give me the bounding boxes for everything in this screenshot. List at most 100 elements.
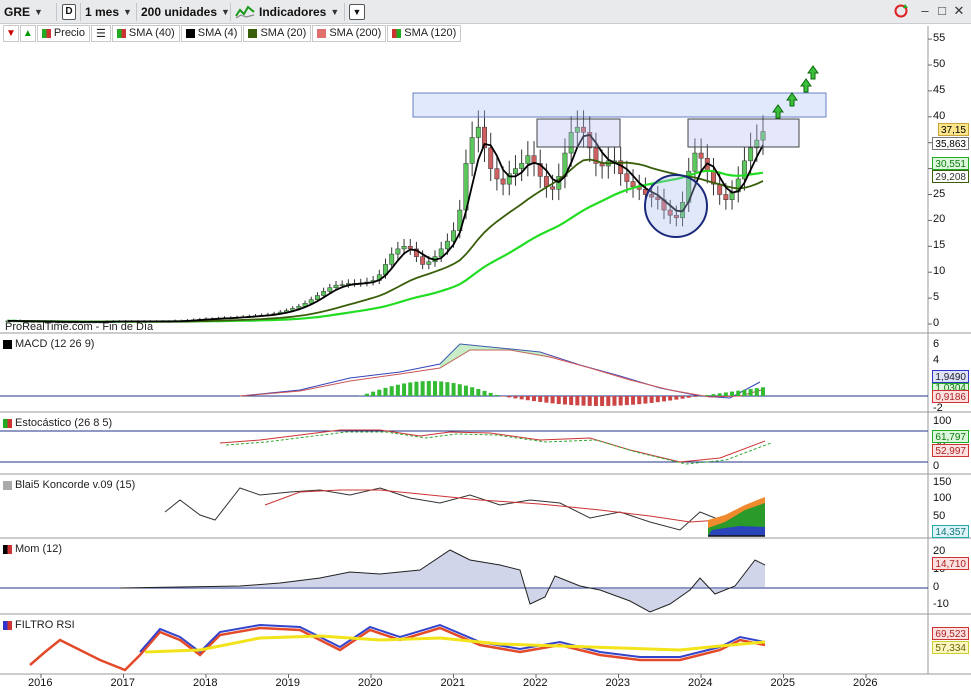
macd-histogram-bar [377,389,382,396]
candle [624,173,630,182]
candle [327,287,333,292]
macd-histogram-bar [364,393,369,396]
macd-histogram-bar [761,387,765,396]
macd-histogram-bar [562,396,567,405]
macd-histogram-bar [451,383,456,396]
macd-histogram-bar [519,396,524,400]
mom-panel-label[interactable]: Mom (12) [3,542,66,556]
rsi-panel-label[interactable]: FILTRO RSI [3,618,78,632]
macd-histogram-bar [488,392,493,396]
macd-histogram-bar [482,390,487,396]
macd-histogram-bar [612,396,617,406]
koncorde-tick: 100 [933,492,952,504]
candle [444,240,450,250]
macd-histogram-bar [494,394,499,396]
macd-histogram-bar [525,396,530,401]
mom-tag: 14,710 [932,557,969,570]
candle [475,126,481,138]
rsi-yellow-line [144,634,766,654]
macd-label: MACD (12 26 9) [15,338,95,350]
candle [500,178,506,185]
panel-swatch-icon [3,544,12,554]
macd-histogram-bar [692,396,697,397]
stoch-label: Estocástico (26 8 5) [15,417,113,429]
chart-area[interactable] [0,0,971,691]
macd-histogram-bar [408,382,413,396]
consolidation-box [536,118,621,148]
time-tick: 2021 [440,677,465,689]
candle [494,168,500,180]
koncorde-line [164,487,766,531]
koncorde-tag: 14,357 [932,525,969,538]
candle [426,261,432,265]
time-tick: 2022 [523,677,548,689]
stoch-panel-label[interactable]: Estocástico (26 8 5) [3,416,116,430]
koncorde-signal-line [264,489,766,523]
price-tick: 45 [933,83,946,96]
panel-swatch-icon [3,620,12,630]
macd-histogram-bar [717,393,722,396]
time-tick: 2024 [688,677,713,689]
macd-histogram-bar [618,396,623,406]
macd-tick: 4 [933,354,940,366]
koncorde-label: Blai5 Koncorde v.09 (15) [15,479,136,491]
candle [723,194,729,200]
macd-histogram-bar [686,396,691,398]
time-tick: 2017 [110,677,135,689]
candle [451,230,457,242]
time-tick: 2023 [605,677,630,689]
macd-histogram-bar [544,396,549,403]
macd-histogram-bar [569,396,574,405]
up-arrow-icon [800,78,812,93]
stoch-tag: 61,797 [932,430,969,443]
time-tick: 2018 [193,677,218,689]
rsi-tag: 69,523 [932,627,969,640]
macd-histogram-bar [463,385,468,396]
stoch-tick: 100 [933,415,952,427]
candle [339,284,345,286]
macd-histogram-bar [649,396,654,403]
support-circle [644,174,708,238]
macd-histogram-bar [389,386,394,396]
rsi-tag: 57,334 [932,641,969,654]
stoch-tick: 0 [933,460,940,472]
resistance-zone [412,92,827,118]
macd-line [239,343,761,399]
sma20-tag: 29,208 [932,170,969,183]
macd-histogram-bar [556,396,561,404]
macd-histogram-bar [674,396,679,400]
macd-histogram-bar [661,396,666,402]
macd-histogram-bar [736,390,741,396]
candle [550,186,556,190]
candle [748,147,754,162]
time-tick: 2020 [358,677,383,689]
macd-panel-label[interactable]: MACD (12 26 9) [3,337,98,351]
price-tick: 5 [933,291,940,304]
price-tick: 40 [933,109,946,122]
macd-histogram-bar [624,396,629,406]
macd-histogram-bar [705,394,710,396]
last-price-tag: 37,15 [937,123,969,136]
watermark: ProRealTime.com - Fin de Día [5,321,154,333]
rsi-blue-line [139,623,766,658]
macd-histogram-bar [742,389,747,396]
time-tick: 2025 [770,677,795,689]
macd-histogram-bar [593,396,598,406]
sma40-tag: 30,551 [932,157,969,170]
consolidation-box [687,118,800,148]
koncorde-tick: 50 [933,510,946,522]
macd-histogram-bar [668,396,673,401]
koncorde-tick: 150 [933,476,952,488]
macd-fill [540,352,710,397]
macd-histogram-bar [754,388,759,396]
macd-histogram-bar [655,396,660,403]
price-tick: 25 [933,187,946,200]
time-tick: 2016 [28,677,53,689]
candle [469,137,475,164]
candle [321,291,327,296]
macd-tag: 1,9490 [932,370,969,383]
sma4-tag: 35,863 [932,137,969,150]
candle [630,181,636,187]
koncorde-panel-label[interactable]: Blai5 Koncorde v.09 (15) [3,478,139,492]
candle [513,168,518,175]
